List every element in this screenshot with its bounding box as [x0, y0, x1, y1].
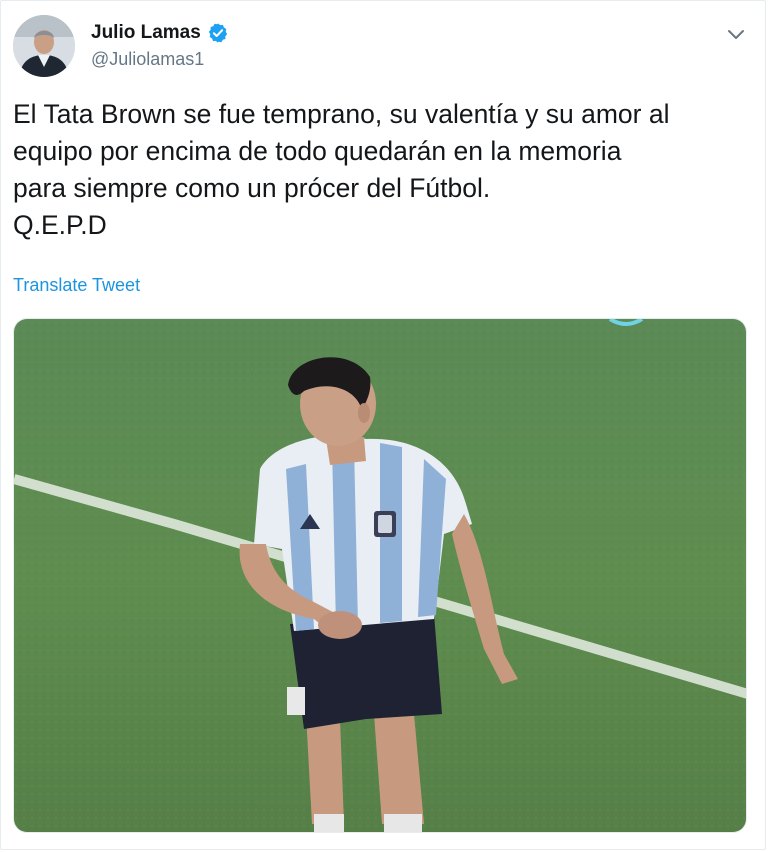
tweet-text: El Tata Brown se fue temprano, su valent… [13, 99, 670, 240]
chevron-down-icon[interactable] [725, 23, 747, 45]
verified-badge-icon [207, 22, 229, 44]
author-avatar[interactable] [13, 15, 75, 77]
author-display-name[interactable]: Julio Lamas [91, 21, 201, 45]
tweet-card: Julio Lamas @Juliolamas1 El Tata Brown s… [0, 0, 766, 850]
author-name-row: Julio Lamas [91, 21, 229, 45]
author-handle[interactable]: @Juliolamas1 [91, 48, 204, 70]
tweet-media-image[interactable] [13, 318, 747, 833]
translate-tweet-link[interactable]: Translate Tweet [13, 274, 140, 296]
